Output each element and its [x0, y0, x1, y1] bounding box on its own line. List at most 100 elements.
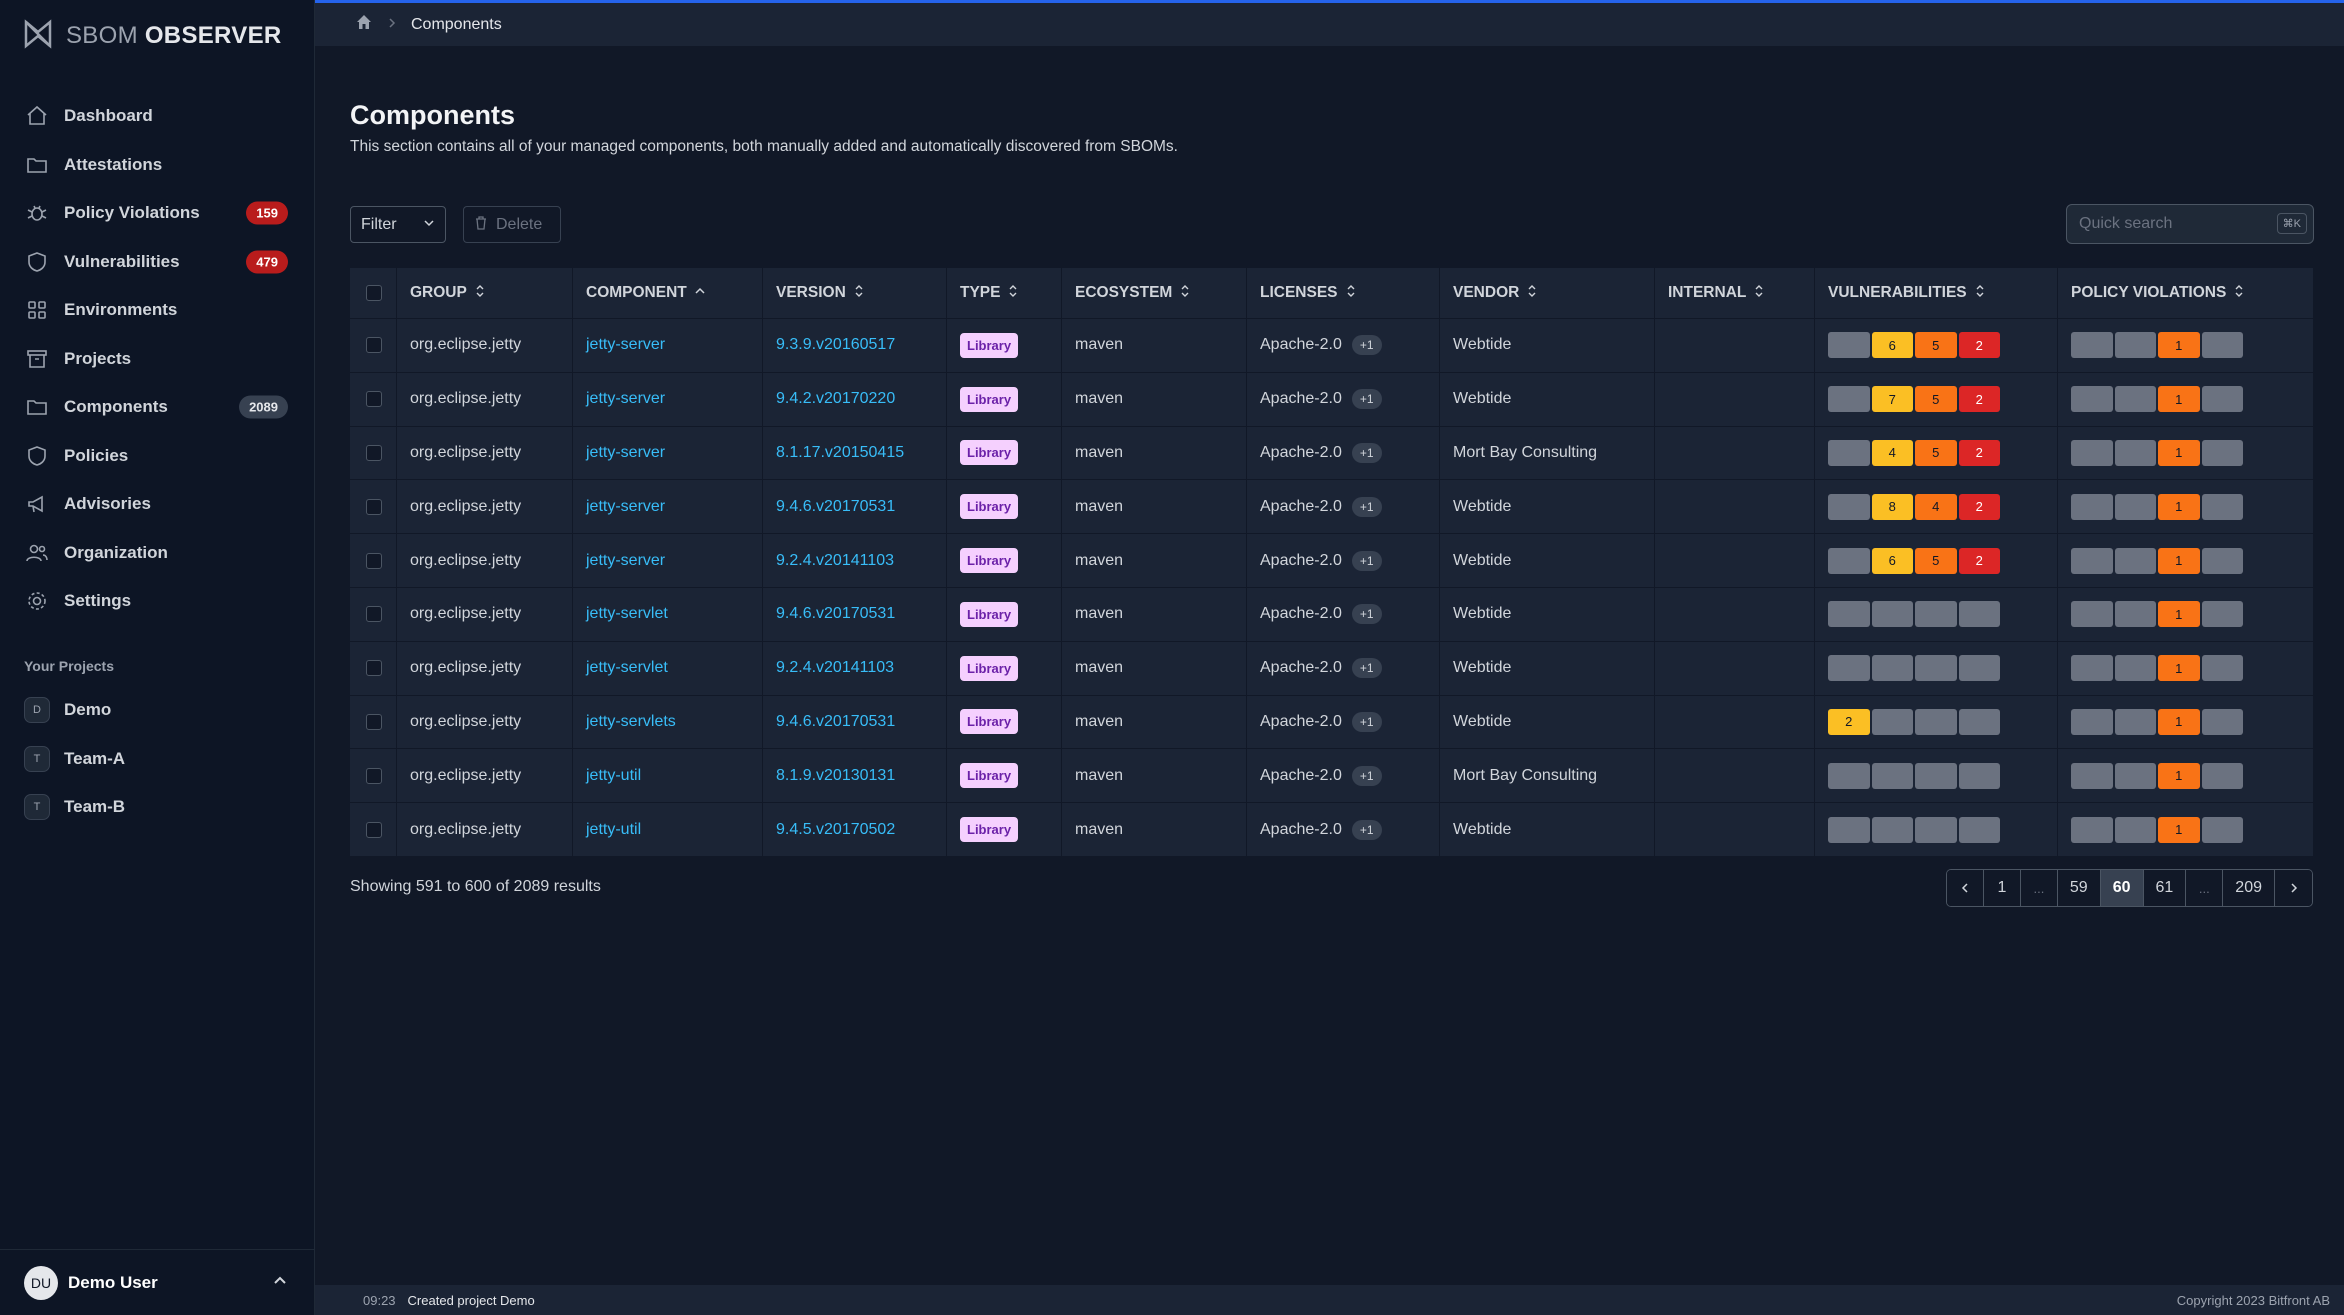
type-cell: Library — [947, 695, 1062, 749]
column-header-group[interactable]: GROUP — [397, 268, 573, 318]
version-link[interactable]: 9.4.6.v20170531 — [776, 605, 895, 623]
sidebar-item-environments[interactable]: Environments — [0, 286, 315, 335]
user-menu[interactable]: DU Demo User — [0, 1249, 315, 1315]
breadcrumb-current[interactable]: Components — [411, 16, 502, 34]
row-checkbox[interactable] — [366, 767, 382, 784]
table-row[interactable]: org.eclipse.jetty jetty-servlets 9.4.6.v20… — [350, 694, 2313, 749]
sidebar-item-components[interactable]: Components 2089 — [0, 383, 315, 432]
license-more-badge[interactable]: +1 — [1351, 658, 1382, 679]
row-checkbox[interactable] — [366, 337, 382, 354]
version-link[interactable]: 9.4.2.v20170220 — [776, 390, 895, 408]
column-header-vulnerabilities[interactable]: VULNERABILITIES — [1815, 268, 2058, 318]
home-icon — [24, 103, 50, 129]
component-link[interactable]: jetty-util — [586, 821, 641, 839]
row-checkbox[interactable] — [366, 552, 382, 569]
license-more-badge[interactable]: +1 — [1351, 765, 1382, 786]
sidebar-item-organization[interactable]: Organization — [0, 529, 315, 578]
select-all-checkbox[interactable] — [366, 285, 382, 301]
component-link[interactable]: jetty-servlet — [586, 659, 668, 677]
project-item-team-b[interactable]: T Team-B — [0, 783, 315, 832]
component-link[interactable]: jetty-servlets — [586, 713, 676, 731]
sidebar-item-policy-violations[interactable]: Policy Violations 159 — [0, 189, 315, 238]
sidebar-item-settings[interactable]: Settings — [0, 577, 315, 626]
table-row[interactable]: org.eclipse.jetty jetty-server 8.1.17.v201… — [350, 425, 2313, 480]
next-page-button[interactable] — [2275, 870, 2312, 906]
page-ellipsis: ... — [2186, 870, 2224, 906]
sidebar-item-policies[interactable]: Policies — [0, 432, 315, 481]
page-button[interactable]: 209 — [2223, 870, 2275, 906]
version-link[interactable]: 9.2.4.v20141103 — [776, 552, 894, 570]
version-link[interactable]: 9.4.5.v20170502 — [776, 821, 895, 839]
row-checkbox[interactable] — [366, 821, 382, 838]
column-header-licenses[interactable]: LICENSES — [1247, 268, 1440, 318]
sidebar-item-attestations[interactable]: Attestations — [0, 141, 315, 190]
violation-bar — [2114, 816, 2156, 843]
version-link[interactable]: 9.3.9.v20160517 — [776, 336, 895, 354]
version-link[interactable]: 8.1.9.v20130131 — [776, 767, 895, 785]
home-icon[interactable] — [355, 13, 373, 36]
prev-page-button[interactable] — [1946, 870, 1984, 906]
column-header-ecosystem[interactable]: ECOSYSTEM — [1062, 268, 1247, 318]
component-link[interactable]: jetty-server — [586, 390, 665, 408]
column-header-internal[interactable]: INTERNAL — [1655, 268, 1815, 318]
version-link[interactable]: 9.4.6.v20170531 — [776, 498, 895, 516]
version-link[interactable]: 8.1.17.v20150415 — [776, 444, 904, 462]
component-link[interactable]: jetty-server — [586, 444, 665, 462]
version-link[interactable]: 9.4.6.v20170531 — [776, 713, 895, 731]
row-checkbox[interactable] — [366, 606, 382, 623]
column-header-vendor[interactable]: VENDOR — [1440, 268, 1655, 318]
page-button[interactable]: 59 — [2057, 870, 2101, 906]
table-row[interactable]: org.eclipse.jetty jetty-util 9.4.5.v201705… — [350, 802, 2313, 856]
component-link[interactable]: jetty-server — [586, 336, 665, 354]
table-row[interactable]: org.eclipse.jetty jetty-server 9.4.2.v2017… — [350, 371, 2313, 426]
licenses-cell: Apache-2.0 +1 — [1247, 534, 1440, 587]
table-row[interactable]: org.eclipse.jetty jetty-server 9.2.4.v2014… — [350, 533, 2313, 587]
page-button[interactable]: 61 — [2143, 870, 2187, 906]
project-item-team-a[interactable]: T Team-A — [0, 735, 315, 784]
column-header-type[interactable]: TYPE — [947, 268, 1062, 318]
chevron-up-icon[interactable] — [273, 1274, 287, 1293]
row-checkbox[interactable] — [366, 391, 382, 408]
row-checkbox[interactable] — [366, 713, 382, 730]
sidebar-item-advisories[interactable]: Advisories — [0, 480, 315, 529]
page-button[interactable]: 1 — [1983, 870, 2021, 906]
type-cell: Library — [947, 803, 1062, 856]
component-link[interactable]: jetty-util — [586, 767, 641, 785]
search-input[interactable] — [2079, 215, 2269, 233]
page-button[interactable]: 60 — [2100, 870, 2144, 906]
license-more-badge[interactable]: +1 — [1351, 711, 1382, 732]
quick-search[interactable]: ⌘K — [2066, 204, 2314, 244]
table-row[interactable]: org.eclipse.jetty jetty-servlet 9.4.6.v201… — [350, 586, 2313, 641]
table-row[interactable]: org.eclipse.jetty jetty-server 9.3.9.v2016… — [350, 318, 2313, 372]
sidebar-item-dashboard[interactable]: Dashboard — [0, 92, 315, 141]
license-more-badge[interactable]: +1 — [1351, 442, 1382, 463]
table-row[interactable]: org.eclipse.jetty jetty-server 9.4.6.v2017… — [350, 479, 2313, 534]
license-more-badge[interactable]: +1 — [1351, 819, 1382, 840]
version-link[interactable]: 9.2.4.v20141103 — [776, 659, 894, 677]
filter-button[interactable]: Filter — [350, 206, 446, 243]
delete-button[interactable]: Delete — [463, 206, 561, 243]
row-checkbox[interactable] — [366, 444, 382, 461]
vuln-severity-bar: 4 — [1871, 439, 1913, 466]
license-more-badge[interactable]: +1 — [1351, 550, 1382, 571]
component-link[interactable]: jetty-servlet — [586, 605, 668, 623]
column-header-version[interactable]: VERSION — [763, 268, 947, 318]
license-more-badge[interactable]: +1 — [1351, 389, 1382, 410]
sidebar-item-projects[interactable]: Projects — [0, 335, 315, 384]
license-more-badge[interactable]: +1 — [1351, 604, 1382, 625]
table-row[interactable]: org.eclipse.jetty jetty-util 8.1.9.v201301… — [350, 748, 2313, 803]
row-select-cell — [350, 426, 397, 480]
column-header-component[interactable]: COMPONENT — [573, 268, 763, 318]
app-logo[interactable]: SBOM OBSERVER — [22, 18, 282, 54]
row-checkbox[interactable] — [366, 660, 382, 677]
component-link[interactable]: jetty-server — [586, 498, 665, 516]
license-more-badge[interactable]: +1 — [1351, 496, 1382, 517]
component-link[interactable]: jetty-server — [586, 552, 665, 570]
sidebar-item-vulnerabilities[interactable]: Vulnerabilities 479 — [0, 238, 315, 287]
project-item-demo[interactable]: D Demo — [0, 686, 315, 735]
component-cell: jetty-server — [573, 426, 763, 480]
table-row[interactable]: org.eclipse.jetty jetty-servlet 9.2.4.v201… — [350, 640, 2313, 695]
license-more-badge[interactable]: +1 — [1351, 335, 1382, 356]
column-header-policy-violations[interactable]: POLICY VIOLATIONS — [2058, 268, 2313, 318]
row-checkbox[interactable] — [366, 498, 382, 515]
